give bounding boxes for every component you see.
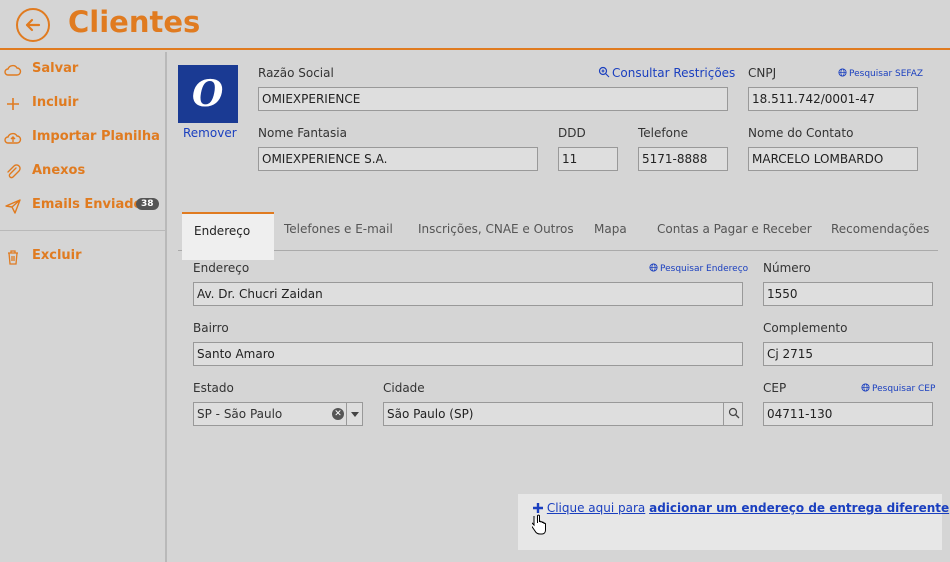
sidebar-item-anexos[interactable]: Anexos — [0, 158, 165, 186]
send-icon — [5, 199, 21, 214]
sidebar-item-importar-planilha[interactable]: Importar Planilha — [0, 124, 165, 152]
razao-social-input[interactable]: OMIEXPERIENCE — [258, 87, 728, 111]
estado-select[interactable]: SP - São Paulo ✕ — [193, 402, 363, 426]
dropdown-toggle[interactable] — [346, 403, 362, 425]
numero-label: Número — [763, 261, 811, 275]
sidebar-item-label: Salvar — [32, 61, 79, 76]
cep-label: CEP — [763, 381, 787, 395]
bairro-input[interactable]: Santo Amaro — [193, 342, 743, 366]
globe-icon — [861, 383, 870, 392]
plus-icon — [7, 98, 19, 110]
add-address-prefix: Clique aqui para — [546, 501, 646, 515]
tab-contas[interactable]: Contas a Pagar e Receber — [657, 216, 812, 256]
globe-icon — [649, 263, 658, 272]
hand-cursor-icon — [532, 514, 546, 535]
logo-letter: O — [192, 73, 224, 115]
numero-input[interactable]: 1550 — [763, 282, 933, 306]
sidebar-item-incluir[interactable]: Incluir — [0, 90, 165, 118]
contato-label: Nome do Contato — [748, 126, 854, 140]
sidebar-divider — [0, 230, 167, 231]
client-logo: O — [178, 65, 238, 123]
complemento-input[interactable]: Cj 2715 — [763, 342, 933, 366]
tab-mapa[interactable]: Mapa — [594, 216, 627, 256]
header: Clientes — [0, 0, 950, 50]
ddd-label: DDD — [558, 126, 586, 140]
globe-icon — [838, 68, 847, 77]
bairro-label: Bairro — [193, 321, 229, 335]
pesquisar-endereco-link[interactable]: Pesquisar Endereço — [649, 263, 748, 274]
sidebar-item-label: Incluir — [32, 95, 79, 110]
sidebar-item-label: Excluir — [32, 248, 82, 263]
cloud-upload-icon — [4, 132, 22, 144]
telefone-label: Telefone — [638, 126, 688, 140]
tab-inscricoes[interactable]: Inscrições, CNAE e Outros — [418, 216, 574, 256]
consultar-restricoes-label: Consultar Restrições — [612, 66, 736, 80]
telefone-input[interactable]: 5171-8888 — [638, 147, 728, 171]
sidebar-item-label: Emails Enviados — [32, 197, 151, 212]
tab-endereco[interactable]: Endereço — [182, 212, 274, 260]
pesquisar-sefaz-link[interactable]: Pesquisar SEFAZ — [838, 68, 923, 79]
tab-bar: Endereço Telefones e E-mail Inscrições, … — [178, 208, 938, 260]
cidade-input[interactable]: São Paulo (SP) — [383, 402, 743, 426]
tab-recomendacoes[interactable]: Recomendações — [831, 216, 929, 256]
consultar-restricoes-link[interactable]: Consultar Restrições — [598, 66, 735, 80]
cnpj-label: CNPJ — [748, 66, 777, 80]
plus-icon — [533, 503, 543, 513]
cep-input[interactable]: 04711-130 — [763, 402, 933, 426]
sidebar: Salvar Incluir Importar Planilha Anexos … — [0, 52, 167, 562]
contato-input[interactable]: MARCELO LOMBARDO — [748, 147, 918, 171]
sidebar-item-excluir[interactable]: Excluir — [0, 243, 165, 271]
sidebar-item-label: Importar Planilha — [32, 129, 160, 144]
nome-fantasia-input[interactable]: OMIEXPERIENCE S.A. — [258, 147, 538, 171]
razao-social-label: Razão Social — [258, 66, 334, 80]
sidebar-item-label: Anexos — [32, 163, 86, 178]
page-title: Clientes — [68, 5, 201, 39]
cidade-label: Cidade — [383, 381, 425, 395]
arrow-left-icon — [25, 18, 41, 32]
pesquisar-endereco-label: Pesquisar Endereço — [660, 264, 749, 274]
clear-icon[interactable]: ✕ — [332, 408, 344, 420]
estado-value: SP - São Paulo — [197, 407, 283, 421]
add-address-bold: adicionar um endereço de entrega diferen… — [649, 501, 950, 515]
chevron-down-icon — [351, 412, 359, 417]
sidebar-item-emails-enviados[interactable]: Emails Enviados 38 — [0, 192, 165, 220]
add-delivery-address-panel: Clique aqui para adicionar um endereço d… — [518, 494, 949, 550]
add-delivery-address-link[interactable]: Clique aqui para adicionar um endereço d… — [533, 501, 950, 515]
endereco-input[interactable]: Av. Dr. Chucri Zaidan — [193, 282, 743, 306]
sidebar-item-salvar[interactable]: Salvar — [0, 56, 165, 84]
pesquisar-cep-link[interactable]: Pesquisar CEP — [861, 383, 935, 394]
zoom-icon — [598, 66, 610, 78]
pesquisar-sefaz-label: Pesquisar SEFAZ — [849, 69, 924, 79]
nome-fantasia-label: Nome Fantasia — [258, 126, 347, 140]
ddd-input[interactable]: 11 — [558, 147, 618, 171]
endereco-label: Endereço — [193, 261, 250, 275]
remove-logo-link[interactable]: Remover — [183, 126, 237, 140]
back-button[interactable] — [16, 8, 50, 42]
cidade-search-button[interactable] — [723, 402, 743, 426]
cnpj-input[interactable]: 18.511.742/0001-47 — [748, 87, 918, 111]
complemento-label: Complemento — [763, 321, 848, 335]
paperclip-icon — [7, 164, 21, 179]
search-icon — [728, 407, 740, 419]
trash-icon — [8, 250, 18, 265]
pesquisar-cep-label: Pesquisar CEP — [872, 384, 936, 394]
count-badge: 38 — [136, 198, 159, 210]
estado-label: Estado — [193, 381, 234, 395]
tab-telefones-email[interactable]: Telefones e E-mail — [284, 216, 393, 256]
cloud-icon — [4, 64, 22, 76]
